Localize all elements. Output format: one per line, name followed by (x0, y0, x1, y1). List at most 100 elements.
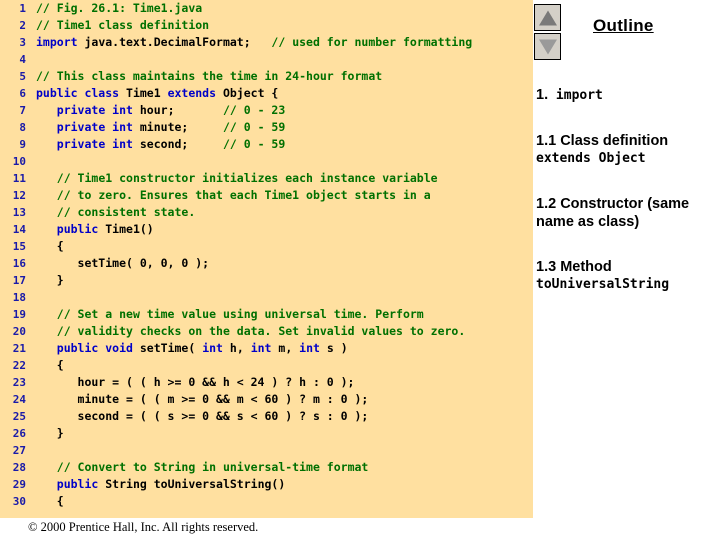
outline-item[interactable]: 1.2 Constructor (same name as class) (536, 195, 720, 231)
code-line: 4 (0, 51, 533, 68)
code-plain (36, 222, 57, 236)
line-number: 29 (12, 478, 26, 491)
code-text: { (26, 493, 64, 510)
code-comment: // Fig. 26.1: Time1.java (36, 1, 203, 15)
code-line: 9 private int second; // 0 - 59 (0, 136, 533, 153)
line-number: 14 (12, 223, 26, 236)
code-line: 25 second = ( ( s >= 0 && s < 60 ) ? s :… (0, 408, 533, 425)
code-line: 6 public class Time1 extends Object { (0, 85, 533, 102)
outline-item-sublabel: toUniversalString (536, 277, 670, 292)
code-text: } (26, 425, 64, 442)
line-number: 26 (12, 427, 26, 440)
code-line: 20 // validity checks on the data. Set i… (0, 323, 533, 340)
code-text: // This class maintains the time in 24-h… (26, 68, 382, 85)
code-plain: second = ( ( s >= 0 && s < 60 ) ? s : 0 … (36, 409, 369, 423)
code-comment: // 0 - 59 (222, 137, 286, 151)
code-plain (36, 324, 57, 338)
line-number: 27 (12, 444, 26, 457)
line-number: 23 (12, 376, 26, 389)
outline-item-label: import (548, 88, 603, 103)
line-number: 2 (19, 19, 26, 32)
slide-footer: © 2000 Prentice Hall, Inc. All rights re… (0, 518, 533, 540)
code-text: public Time1() (26, 221, 154, 238)
code-line: 22 { (0, 357, 533, 374)
code-plain (36, 171, 57, 185)
scroll-up-button[interactable] (534, 4, 561, 31)
outline-item-number: 1.3 (536, 259, 557, 275)
code-plain: m, (271, 341, 300, 355)
code-text: // Fig. 26.1: Time1.java (26, 0, 202, 17)
code-keyword: int (250, 341, 272, 355)
triangle-down-icon (538, 39, 557, 54)
outline-item[interactable]: 1.3 Method toUniversalString (536, 258, 720, 293)
line-number: 4 (19, 53, 26, 66)
outline-item-label: Method (556, 259, 612, 275)
code-text: setTime( 0, 0, 0 ); (26, 255, 210, 272)
code-text: // Set a new time value using universal … (26, 306, 424, 323)
outline-item-heading: 1. import (536, 86, 720, 104)
outline-panel: Outline 1. import 1.1 Class definition e… (533, 0, 720, 540)
code-keyword: import (36, 35, 78, 49)
code-line: 1 // Fig. 26.1: Time1.java (0, 0, 533, 17)
line-number: 9 (19, 138, 26, 151)
outline-item[interactable]: 1.1 Class definition extends Object (536, 132, 720, 167)
copyright-text: © 2000 Prentice Hall, Inc. All rights re… (28, 520, 259, 534)
line-number: 21 (12, 342, 26, 355)
code-plain: s ) (319, 341, 348, 355)
line-number: 15 (12, 240, 26, 253)
code-text: { (26, 238, 64, 255)
outline-item[interactable]: 1. import (536, 86, 720, 104)
line-number: 12 (12, 189, 26, 202)
code-line: 10 (0, 153, 533, 170)
code-line: 26 } (0, 425, 533, 442)
code-plain: setTime( (132, 341, 203, 355)
code-plain (36, 205, 57, 219)
code-plain: } (36, 426, 64, 440)
outline-item-number: 1.2 (536, 196, 557, 212)
code-plain: { (36, 358, 64, 372)
code-line: 14 public Time1() (0, 221, 533, 238)
code-line: 23 hour = ( ( h >= 0 && h < 24 ) ? h : 0… (0, 374, 533, 391)
code-keyword: int (202, 341, 223, 355)
code-line: 27 (0, 442, 533, 459)
scroll-down-button[interactable] (534, 33, 561, 60)
line-number: 13 (12, 206, 26, 219)
code-line: 16 setTime( 0, 0, 0 ); (0, 255, 533, 272)
outline-item-heading: 1.3 Method (536, 258, 720, 276)
code-text: hour = ( ( h >= 0 && h < 24 ) ? h : 0 ); (26, 374, 355, 391)
code-plain (36, 120, 57, 134)
line-number: 17 (12, 274, 26, 287)
code-text: // Time1 constructor initializes each in… (26, 170, 438, 187)
code-line: 3 import java.text.DecimalFormat; // used… (0, 34, 533, 51)
code-text: second = ( ( s >= 0 && s < 60 ) ? s : 0 … (26, 408, 369, 425)
code-line: 19 // Set a new time value using univers… (0, 306, 533, 323)
code-line: 2 // Time1 class definition (0, 17, 533, 34)
code-text: // Time1 class definition (26, 17, 209, 34)
code-text: private int second; // 0 - 59 (26, 136, 286, 153)
code-text: // Convert to String in universal-time f… (26, 459, 369, 476)
outline-item-number: 1.1 (536, 133, 557, 149)
code-plain: setTime( 0, 0, 0 ); (36, 256, 210, 270)
code-plain: minute; (132, 120, 223, 134)
code-plain (36, 477, 57, 491)
code-line: 11 // Time1 constructor initializes each… (0, 170, 533, 187)
line-number: 30 (12, 495, 26, 508)
code-text: public class Time1 extends Object { (26, 85, 278, 102)
code-line: 24 minute = ( ( m >= 0 && m < 60 ) ? m :… (0, 391, 533, 408)
outline-item-heading: 1.1 Class definition (536, 132, 720, 150)
code-plain (36, 460, 57, 474)
line-number: 7 (19, 104, 26, 117)
code-comment: // validity checks on the data. Set inva… (56, 324, 466, 338)
code-text: // to zero. Ensures that each Time1 obje… (26, 187, 431, 204)
code-plain: } (36, 273, 64, 287)
line-number: 16 (12, 257, 26, 270)
code-comment: // used for number formatting (271, 35, 473, 49)
code-plain (36, 137, 57, 151)
line-number: 1 (19, 2, 26, 15)
code-plain: hour; (132, 103, 223, 117)
outline-item-heading: 1.2 Constructor (same name as class) (536, 195, 720, 231)
outline-item-label: Class definition (556, 133, 669, 149)
code-text: public String toUniversalString() (26, 476, 285, 493)
line-number: 25 (12, 410, 26, 423)
code-text: { (26, 357, 64, 374)
